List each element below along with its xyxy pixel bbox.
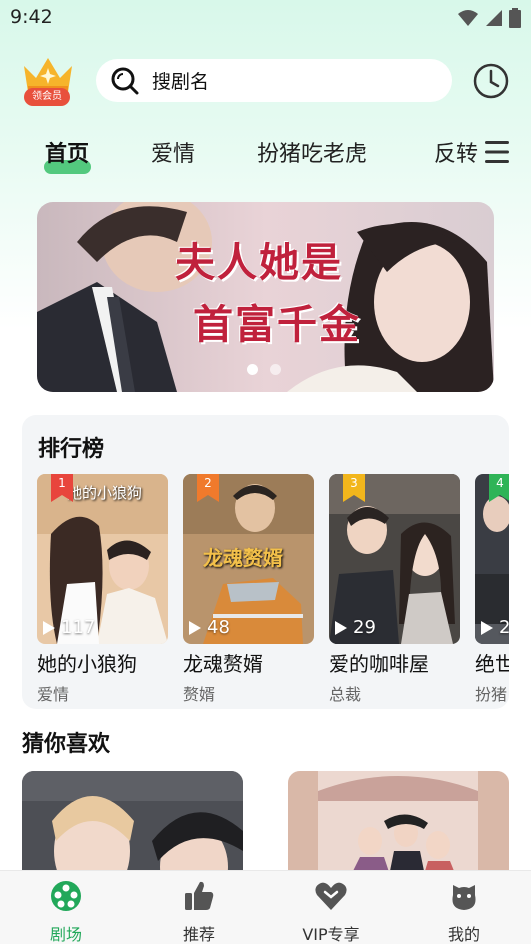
ranking-item[interactable]: 龙魂赘婿 2 48 龙魂赘婿 赘婿 xyxy=(183,474,314,705)
drama-title: 爱的咖啡屋 xyxy=(329,652,429,676)
rank-number: 2 xyxy=(204,476,212,490)
ranking-item[interactable]: 3 29 爱的咖啡屋 总裁 xyxy=(329,474,460,705)
search-input[interactable]: 搜剧名 xyxy=(96,59,452,102)
drama-genre: 扮猪 xyxy=(475,685,508,704)
wifi-icon xyxy=(458,10,478,26)
poster-title: 她的小狼狗 xyxy=(67,484,143,502)
rank-number: 4 xyxy=(496,476,504,490)
nav-vip[interactable]: VIP专享 xyxy=(291,879,371,944)
play-count-value: 48 xyxy=(207,617,230,638)
nav-label: 推荐 xyxy=(182,925,215,944)
play-count: 48 xyxy=(189,617,230,638)
nav-label: 剧场 xyxy=(49,925,82,944)
recommend-title: 猜你喜欢 xyxy=(22,732,111,757)
vip-heart-icon xyxy=(315,882,347,910)
poster-title: 龙魂赘婿 xyxy=(203,546,283,570)
pagination-dot[interactable] xyxy=(270,364,281,375)
banner-title-line1: 夫人她是 xyxy=(175,239,343,286)
nav-profile[interactable]: 我的 xyxy=(424,879,504,944)
ranking-section: 排行榜 她的小狼狗 1 117 她的小狼狗 爱情 龙魂赘婿 2 48 龙魂赘婿 … xyxy=(22,415,509,709)
rank-number: 3 xyxy=(350,476,358,490)
battery-icon xyxy=(509,8,521,28)
theater-icon xyxy=(51,881,81,911)
banner-pagination xyxy=(247,364,281,375)
status-time: 9:42 xyxy=(10,6,53,28)
category-tabs: 首页 爱情 扮猪吃老虎 反转 xyxy=(0,130,480,180)
ranking-poster: 3 29 xyxy=(329,474,460,644)
nav-label: 我的 xyxy=(447,925,480,944)
play-count: 29 xyxy=(335,617,376,638)
menu-button[interactable] xyxy=(483,138,511,166)
recommend-poster xyxy=(22,771,243,881)
history-button[interactable] xyxy=(472,62,510,100)
recommend-poster xyxy=(288,771,509,881)
search-placeholder: 搜剧名 xyxy=(152,71,210,93)
status-bar: 9:42 xyxy=(0,0,531,36)
nav-theater[interactable]: 剧场 xyxy=(26,879,106,944)
status-icons xyxy=(457,8,521,28)
vip-membership-button[interactable]: 领会员 xyxy=(20,52,76,106)
recommend-card[interactable] xyxy=(288,771,509,881)
play-icon xyxy=(335,620,347,635)
drama-title: 她的小狼狗 xyxy=(37,652,137,676)
tab-reversal[interactable]: 反转 xyxy=(434,136,478,168)
clock-icon xyxy=(473,63,509,99)
ranking-item[interactable]: 4 2 绝世 扮猪 xyxy=(475,474,509,705)
bottom-navigation: 剧场 推荐 VIP专享 我的 xyxy=(0,870,531,944)
play-count: 117 xyxy=(43,617,95,638)
tab-romance[interactable]: 爱情 xyxy=(151,136,195,168)
rank-number: 1 xyxy=(58,476,66,490)
menu-icon xyxy=(485,141,509,163)
search-icon xyxy=(111,67,139,94)
banner-title: 夫人她是 首富千金 xyxy=(175,230,375,350)
play-icon xyxy=(189,620,201,635)
drama-title: 龙魂赘婿 xyxy=(183,652,263,676)
drama-genre: 爱情 xyxy=(37,685,70,704)
tab-home[interactable]: 首页 xyxy=(45,136,89,168)
nav-label: VIP专享 xyxy=(302,925,360,944)
drama-title: 绝世 xyxy=(475,652,509,676)
play-icon xyxy=(481,620,493,635)
play-count-value: 117 xyxy=(61,617,96,638)
play-count: 2 xyxy=(481,617,509,638)
drama-genre: 总裁 xyxy=(329,685,362,704)
drama-genre: 赘婿 xyxy=(183,685,216,704)
ranking-item[interactable]: 她的小狼狗 1 117 她的小狼狗 爱情 xyxy=(37,474,168,705)
vip-badge-label: 领会员 xyxy=(24,88,70,106)
tab-underdog[interactable]: 扮猪吃老虎 xyxy=(257,136,367,168)
nav-recommend[interactable]: 推荐 xyxy=(159,879,239,944)
profile-face-icon xyxy=(452,885,476,910)
play-icon xyxy=(43,620,55,635)
ranking-poster: 她的小狼狗 1 117 xyxy=(37,474,168,644)
signal-icon xyxy=(486,10,502,26)
ranking-poster: 龙魂赘婿 2 48 xyxy=(183,474,314,644)
ranking-title: 排行榜 xyxy=(38,437,105,462)
play-count-value: 29 xyxy=(353,617,376,638)
play-count-value: 2 xyxy=(499,617,509,638)
pagination-dot-active[interactable] xyxy=(247,364,258,375)
ranking-poster: 4 2 xyxy=(475,474,509,644)
banner-title-line2: 首富千金 xyxy=(193,301,361,348)
recommend-card[interactable] xyxy=(22,771,243,881)
thumbs-up-icon xyxy=(185,881,214,910)
